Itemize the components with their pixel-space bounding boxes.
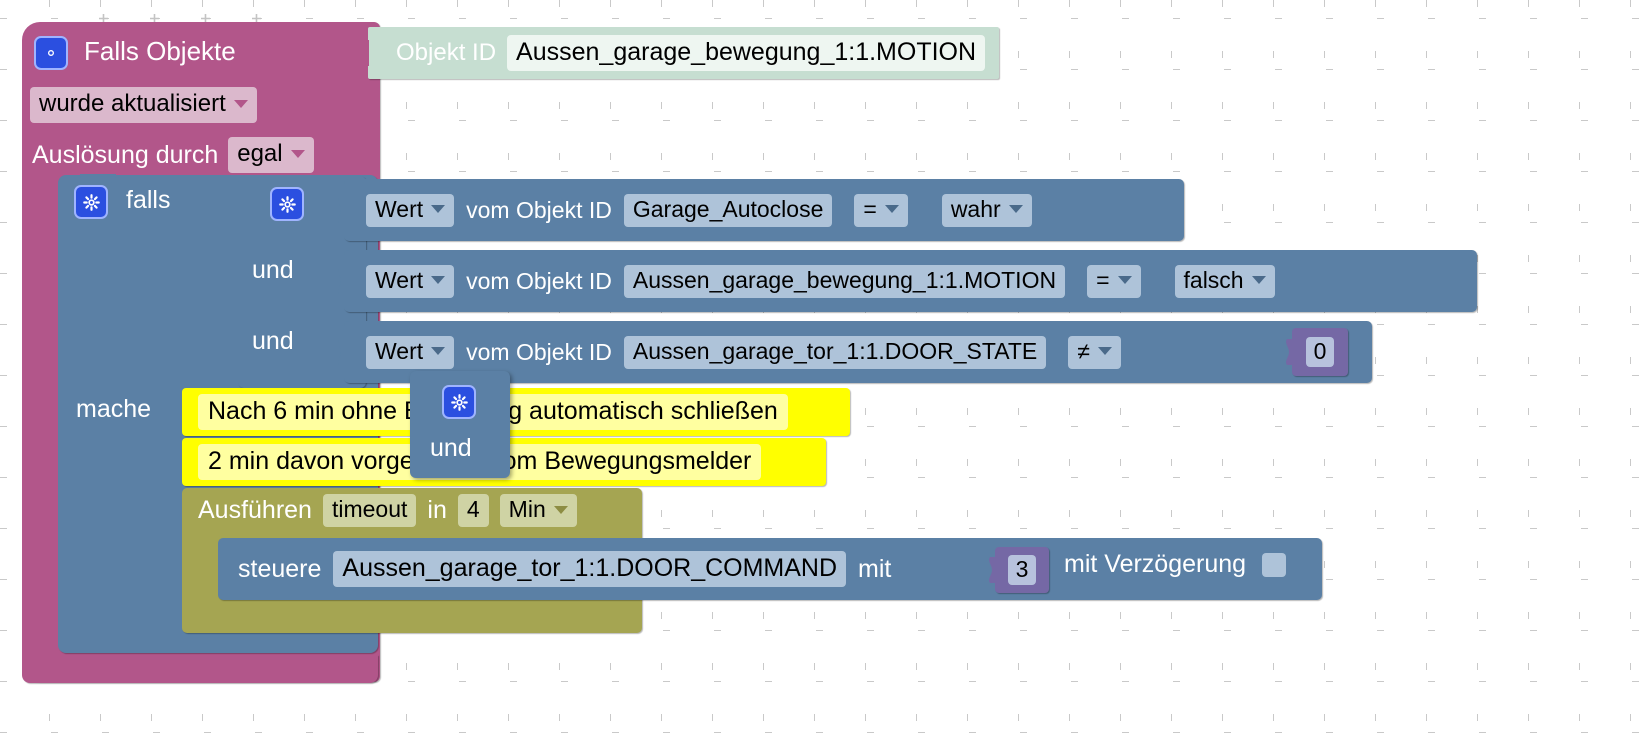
chevron-down-icon [884,205,899,213]
trigger-title: Falls Objekte [84,36,236,66]
control-delay-row: mit Verzögerung [1064,550,1287,578]
timeout-name-field[interactable]: timeout [322,494,417,527]
chevron-down-icon [431,347,446,355]
puzzle-tab-icon [362,40,369,66]
gear-icon[interactable] [270,187,304,221]
object-label-3: vom Objekt ID [466,338,612,365]
chevron-down-icon [431,205,446,213]
chevron-down-icon [233,100,248,108]
object-id-label: Objekt ID [396,39,497,66]
gear-icon[interactable] [442,385,476,419]
trigger-mode-dropdown[interactable]: wurde aktualisiert [30,87,257,123]
and-operator-2: und [252,327,294,355]
chevron-down-icon [553,505,568,514]
chevron-down-icon [1008,205,1023,213]
number-field-0[interactable]: 0 [1305,337,1335,367]
control-delay-checkbox[interactable] [1262,552,1287,577]
comparator-1[interactable]: = [854,193,908,227]
condition-row-2[interactable]: Wert vom Objekt ID Aussen_garage_bewegun… [338,250,1477,312]
object-label-2: vom Objekt ID [466,267,612,294]
object-id-input[interactable]: Aussen_garage_bewegung_1:1.MOTION [507,35,986,71]
compare-value-1[interactable]: wahr [941,193,1032,227]
puzzle-tab-icon [1286,339,1293,365]
timeout-unit-dropdown[interactable]: Min [499,494,577,527]
chevron-down-icon [1251,276,1266,284]
trigger-object-id-block[interactable]: Objekt ID Aussen_garage_bewegung_1:1.MOT… [362,27,1000,79]
object-label-1: vom Objekt ID [466,196,612,223]
trigger-block-foot [22,655,378,683]
comparator-2[interactable]: = [1087,264,1141,298]
chevron-down-icon [1117,276,1132,284]
trigger-source-label: Auslösung durch [32,140,219,169]
comparator-3[interactable]: ≠ [1068,335,1121,369]
control-with-label: mit [858,554,892,583]
control-delay-label: mit Verzögerung [1064,550,1247,578]
number-block-0[interactable]: 0 [1286,328,1348,376]
value-dropdown-1[interactable]: Wert [366,193,455,227]
value-dropdown-2[interactable]: Wert [366,264,455,298]
control-action-label: steuere [238,554,322,583]
chevron-down-icon [431,276,446,284]
overlay-and-label: und [430,434,472,462]
timeout-in-label: in [427,496,447,524]
control-value-field[interactable]: 3 [1007,555,1037,585]
if-label: falls [126,186,171,214]
and-operator-1: und [252,256,294,284]
timeout-run-label: Ausführen [198,496,312,524]
compare-value-2[interactable]: falsch [1174,264,1275,298]
trigger-source-row: Auslösung durch egal [32,137,314,173]
chevron-down-icon [1097,347,1112,355]
puzzle-tab-icon [338,339,345,365]
if-gear-icon[interactable] [74,185,108,219]
control-value-block[interactable]: 3 [989,547,1049,593]
trigger-source-dropdown[interactable]: egal [228,137,314,173]
object-id-field-1[interactable]: Garage_Autoclose [623,193,833,227]
puzzle-tab-icon [338,268,345,294]
puzzle-tab-icon [338,197,345,223]
timeout-row: Ausführen timeout in 4 Min [198,494,577,527]
chevron-down-icon [290,150,305,158]
and-gear-icon[interactable] [270,187,304,221]
object-id-field-2[interactable]: Aussen_garage_bewegung_1:1.MOTION [623,264,1066,298]
overlay-and-gear-icon[interactable] [442,385,476,419]
object-id-field-3[interactable]: Aussen_garage_tor_1:1.DOOR_STATE [623,335,1047,369]
trigger-mode-field[interactable]: wurde aktualisiert [30,87,257,123]
timeout-delay-field[interactable]: 4 [457,494,489,527]
value-dropdown-3[interactable]: Wert [366,335,455,369]
gear-icon[interactable] [34,36,68,70]
gear-icon[interactable] [74,185,108,219]
control-object-id-field[interactable]: Aussen_garage_tor_1:1.DOOR_COMMAND [333,551,847,587]
condition-row-1[interactable]: Wert vom Objekt ID Garage_Autoclose = wa… [338,179,1184,241]
do-label: mache [76,395,152,423]
puzzle-tab-icon [989,557,996,583]
comment-block-1[interactable]: Nach 6 min ohne Bewegung automatisch sch… [182,388,850,436]
trigger-gear-icon[interactable] [34,36,68,70]
